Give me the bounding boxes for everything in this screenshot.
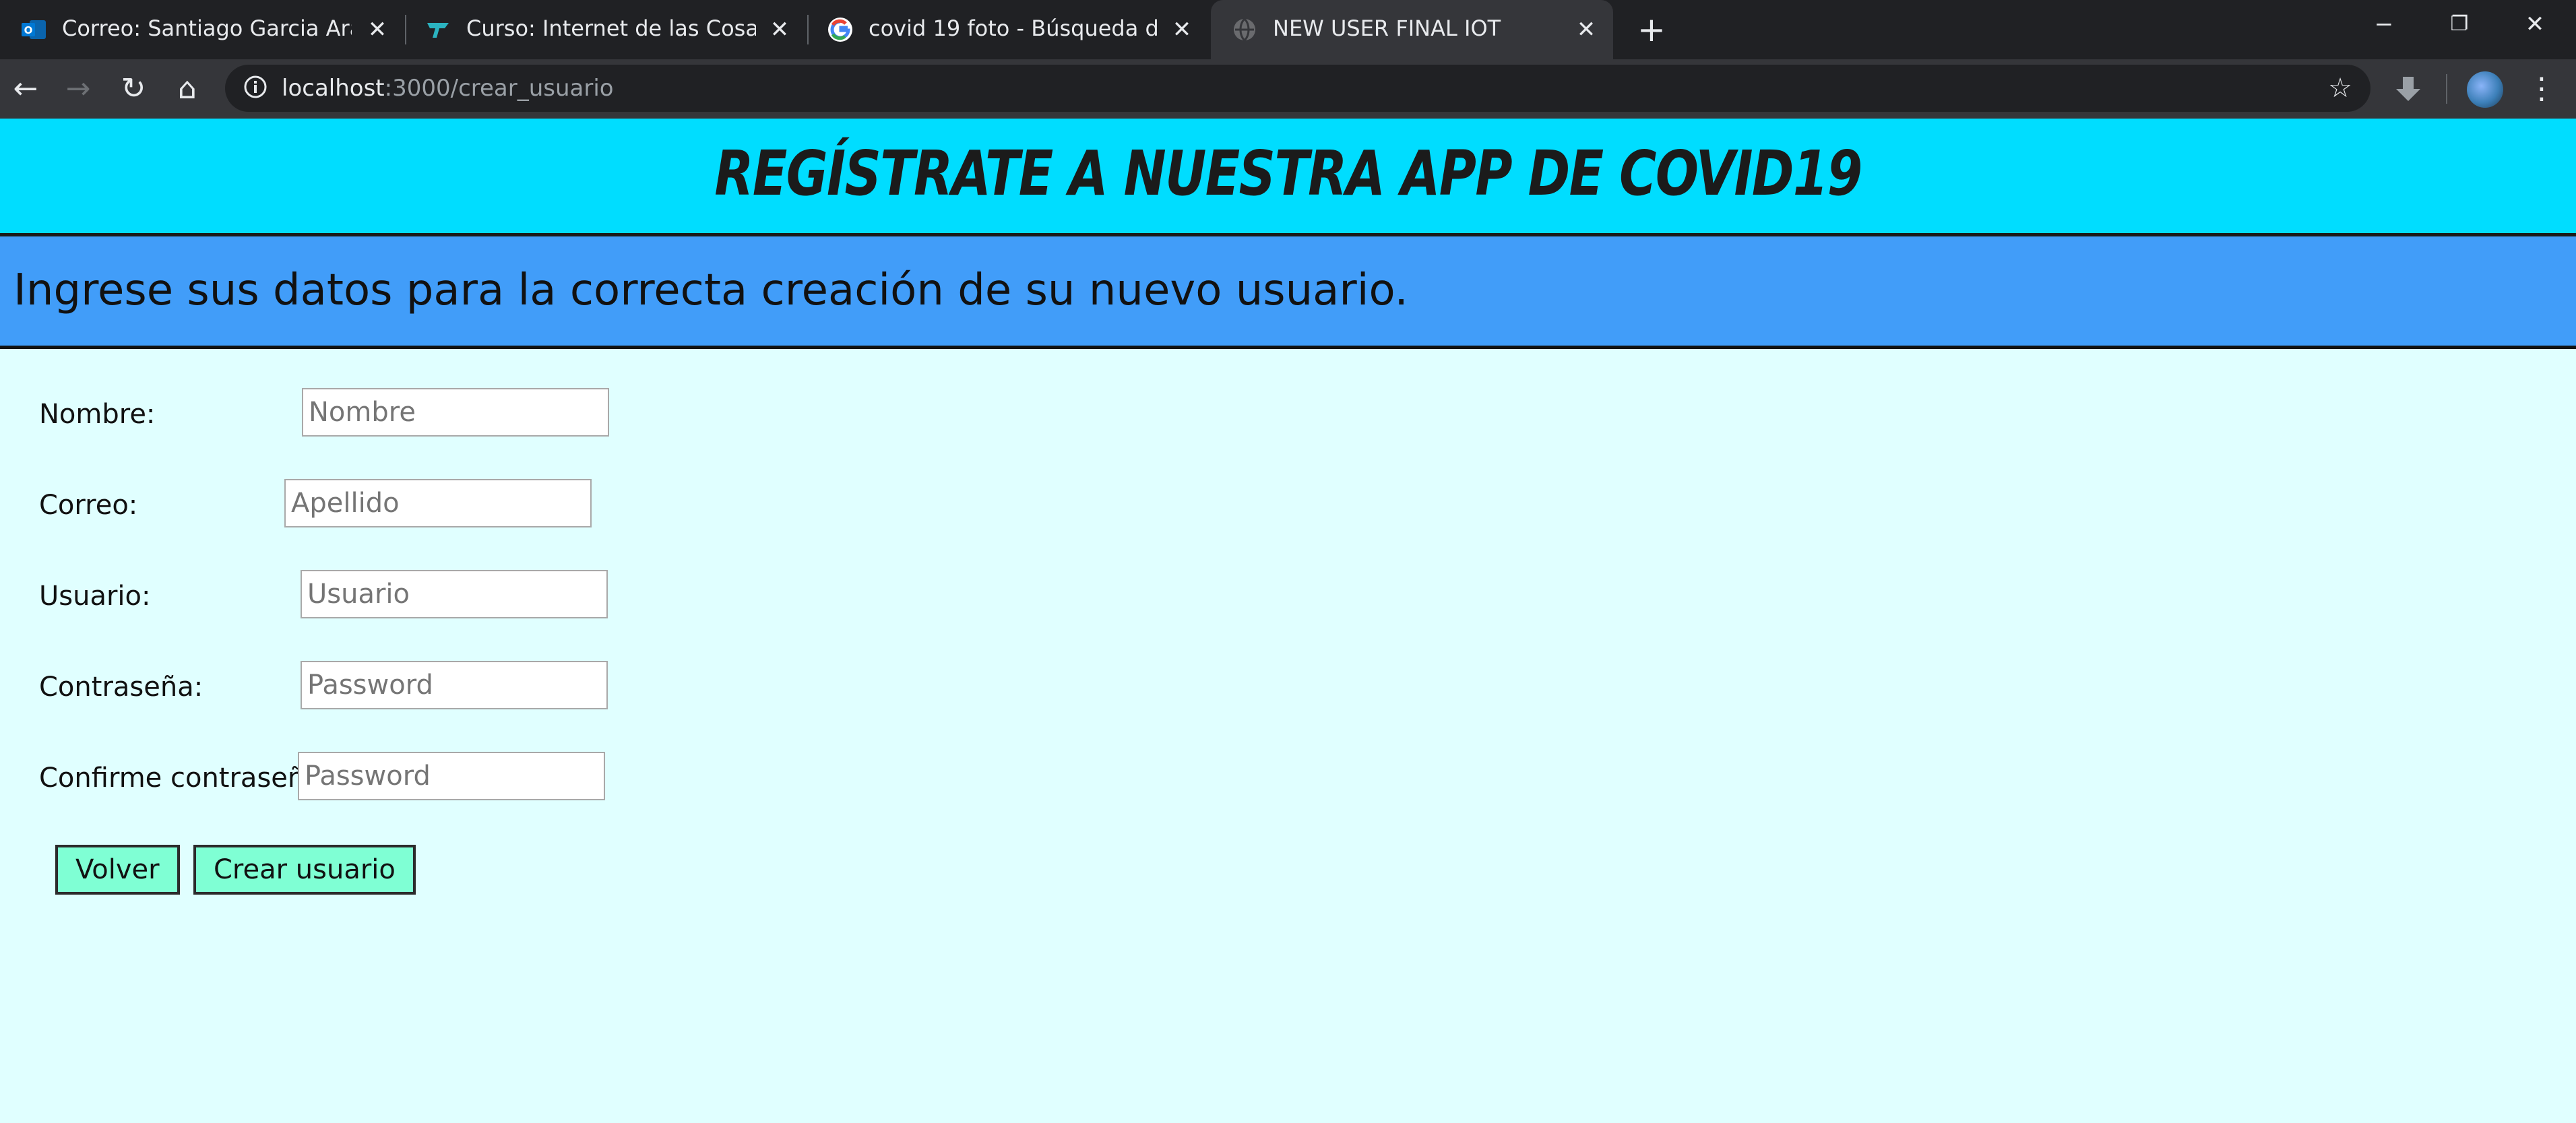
hero-banner: REGÍSTRATE A NUESTRA APP DE COVID19	[0, 119, 2576, 236]
back-button[interactable]: Volver	[55, 845, 180, 895]
close-tab-icon[interactable]: ✕	[364, 16, 391, 43]
url-host: localhost	[282, 75, 385, 102]
tab-title: covid 19 foto - Búsqueda de Goo	[869, 15, 1158, 41]
usuario-input[interactable]	[301, 570, 608, 618]
info-icon[interactable]	[243, 74, 268, 100]
restore-button[interactable]: ❐	[2426, 5, 2493, 43]
usuario-label: Usuario:	[39, 581, 151, 612]
confirm-password-label: Confirme contraseña:	[39, 763, 331, 794]
close-window-button[interactable]: ✕	[2501, 5, 2569, 43]
page-subtitle: Ingrese sus datos para la correcta creac…	[13, 265, 1408, 315]
minimize-button[interactable]: −	[2350, 5, 2418, 43]
correo-input[interactable]	[284, 479, 592, 527]
menu-icon[interactable]: ⋮	[2527, 71, 2556, 106]
profile-avatar[interactable]	[2467, 71, 2503, 108]
toolbar-separator	[2446, 74, 2447, 104]
nombre-label: Nombre:	[39, 399, 156, 430]
subheader-banner: Ingrese sus datos para la correcta creac…	[0, 236, 2576, 349]
reload-button[interactable]: ↻	[116, 71, 151, 106]
download-icon[interactable]	[2391, 71, 2426, 106]
close-tab-icon[interactable]: ✕	[1168, 16, 1195, 43]
tab-outlook[interactable]: O Correo: Santiago Garcia Arango - ✕	[0, 0, 404, 57]
tab-new-user[interactable]: NEW USER FINAL IOT ✕	[1211, 0, 1613, 59]
address-bar[interactable]: localhost:3000/crear_usuario ☆	[225, 65, 2370, 112]
create-user-button[interactable]: Crear usuario	[193, 845, 416, 895]
tab-google-search[interactable]: covid 19 foto - Búsqueda de Goo ✕	[807, 0, 1209, 57]
url-text[interactable]: localhost:3000/crear_usuario	[282, 73, 614, 104]
tab-strip: O Correo: Santiago Garcia Arango - ✕ Cur…	[0, 0, 2576, 59]
close-tab-icon[interactable]: ✕	[1573, 16, 1600, 43]
close-tab-icon[interactable]: ✕	[766, 16, 793, 43]
course-icon	[427, 23, 449, 38]
globe-icon	[1234, 18, 1255, 42]
page-content: REGÍSTRATE A NUESTRA APP DE COVID19 Ingr…	[0, 119, 2576, 1123]
nombre-input[interactable]	[302, 388, 609, 437]
tab-iot-course[interactable]: Curso: Internet de las Cosas ✕	[404, 0, 807, 57]
back-button[interactable]: ←	[8, 71, 43, 106]
password-label: Contraseña:	[39, 672, 203, 703]
tab-title: Curso: Internet de las Cosas	[466, 15, 756, 41]
outlook-icon: O	[22, 20, 46, 39]
toolbar: ← → ↻ ⌂ localhost:3000/crear_usuario ☆ ⋮	[0, 59, 2576, 119]
svg-text:O: O	[24, 24, 33, 36]
new-tab-button[interactable]: +	[1634, 12, 1669, 47]
page-title: REGÍSTRATE A NUESTRA APP DE COVID19	[714, 137, 1862, 210]
home-button[interactable]: ⌂	[170, 71, 205, 106]
tab-title: NEW USER FINAL IOT	[1273, 15, 1501, 41]
tab-title: Correo: Santiago Garcia Arango -	[62, 15, 352, 41]
url-path: :3000/crear_usuario	[384, 75, 614, 102]
correo-label: Correo:	[39, 490, 138, 521]
password-input[interactable]	[301, 661, 608, 709]
bookmark-star-icon[interactable]: ☆	[2323, 71, 2357, 105]
confirm-password-input[interactable]	[298, 752, 605, 800]
forward-button[interactable]: →	[61, 71, 96, 106]
google-icon	[828, 18, 852, 42]
